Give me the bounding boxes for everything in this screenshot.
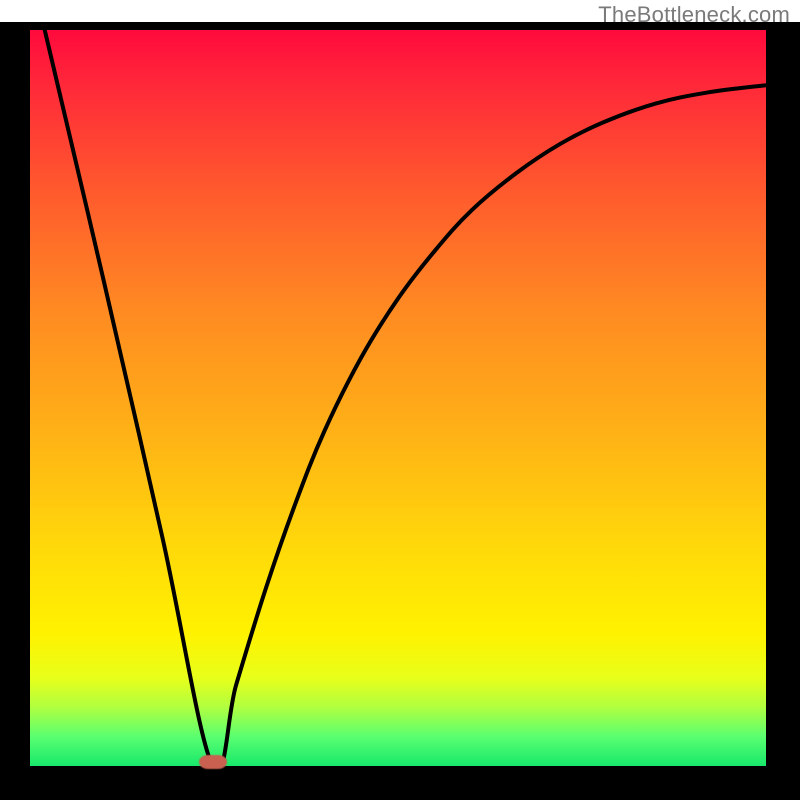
watermark-text: TheBottleneck.com [598, 2, 790, 28]
minimum-blob [199, 755, 227, 769]
curve-svg [30, 30, 766, 766]
chart-frame [0, 22, 800, 800]
plot-area [30, 30, 766, 766]
bottleneck-curve [45, 30, 766, 766]
